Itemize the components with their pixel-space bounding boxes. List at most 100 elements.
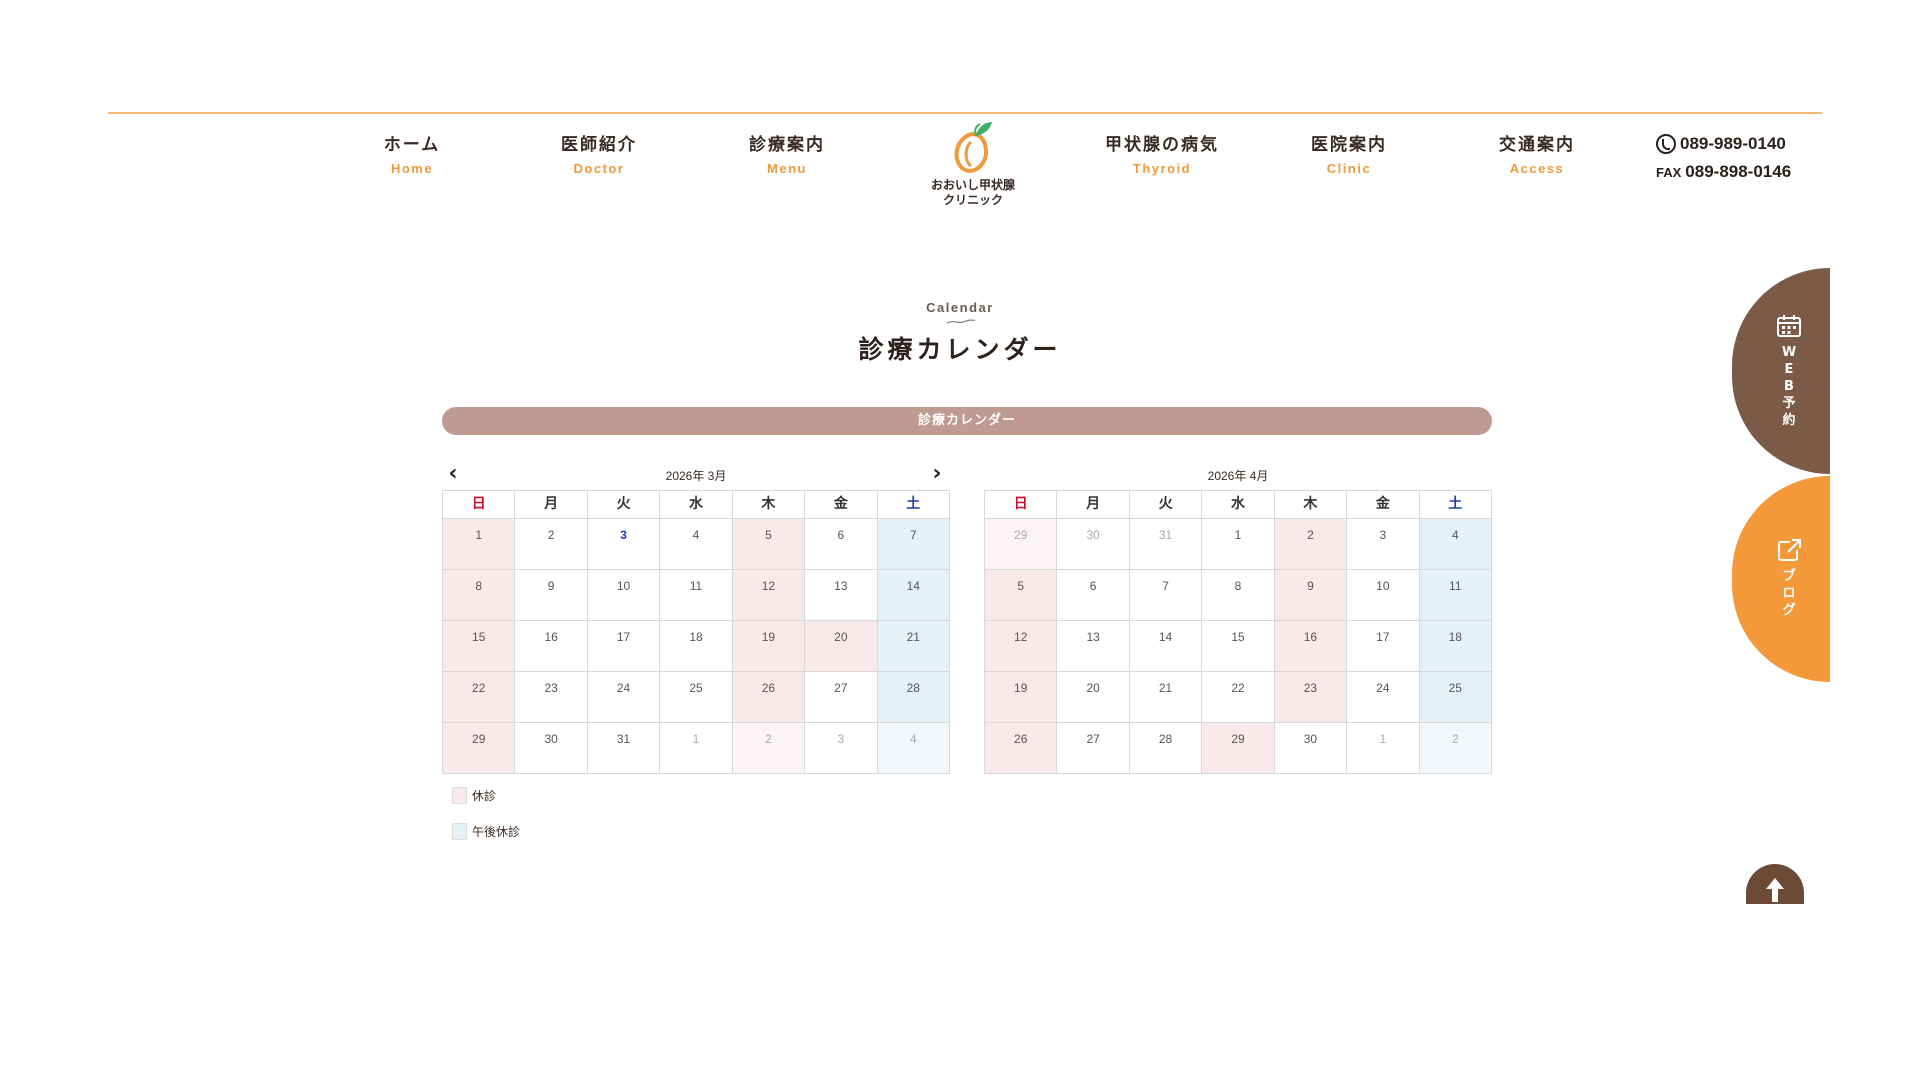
nav-menu-label: 診療案内 [749,135,825,155]
calendar-day: 21 [1129,672,1203,723]
legend-item-afternoon-closed: 午後休診 [452,823,520,840]
weekday-header: 日 [985,491,1058,519]
calendar-day: 31 [1129,519,1203,570]
phone-number: 089-989-0140 [1680,134,1786,153]
calendar-day: 13 [805,570,878,621]
nav-home-sublabel: Home [390,161,434,176]
section-title-underline-icon [946,319,976,324]
back-to-top-button[interactable] [1746,864,1804,904]
section-title: 診療カレンダー [858,335,1062,364]
logo-text-line1: おおいし甲状腺 [930,178,1015,192]
calendar-day: 17 [587,621,661,672]
nav-doctor[interactable]: 医師紹介 Doctor [524,130,674,176]
web-reservation-label: WEB予約 [1781,345,1797,428]
legend-label: 午後休診 [472,825,521,839]
calendar-day: 30 [1274,723,1348,774]
calendar-day: 16 [1274,621,1348,672]
nav-clinic[interactable]: 医院案内 Clinic [1274,130,1424,176]
header-divider [108,112,1822,114]
nav-access[interactable]: 交通案内 Access [1462,130,1612,176]
legend-swatch [452,787,467,804]
calendar-day: 21 [877,621,950,672]
calendar-header-bar: 診療カレンダー [442,407,1492,435]
calendar-day: 25 [1419,672,1492,723]
arrow-up-icon [1766,878,1784,902]
calendar-day: 13 [1057,621,1130,672]
web-reservation-tab[interactable]: WEB予約 [1732,268,1830,474]
calendar-day: 24 [587,672,661,723]
nav-home-label: ホーム [383,135,441,155]
logo-mark-icon [954,122,992,173]
calendar-day: 7 [1129,570,1203,621]
calendar-day: 11 [660,570,733,621]
calendar-day: 26 [985,723,1058,774]
calendar-day: 14 [877,570,950,621]
calendar-day: 23 [1274,672,1348,723]
calendar-day: 5 [732,519,806,570]
clinic-logo[interactable]: おおいし甲状腺 クリニック [918,120,1028,212]
calendar-day: 3 [1347,519,1420,570]
section-title-en: Calendar [926,300,994,315]
nav-menu-sublabel: Menu [767,161,807,176]
weekday-header: 金 [1347,491,1420,519]
weekday-header: 木 [732,491,806,519]
calendar-grid: 日月火水木金土 29 30 31 1 2 3 4 5 6 7 8 9 10 11 12 13 14 15 16 17 18… [984,490,1492,774]
external-link-icon [1778,539,1801,561]
nav-access-sublabel: Access [1509,161,1565,176]
nav-doctor-label: 医師紹介 [561,135,637,155]
legend-swatch [452,823,467,840]
calendar-day: 28 [1129,723,1203,774]
weekday-header: 木 [1274,491,1348,519]
calendar-day: 12 [985,621,1058,672]
weekday-header: 火 [1129,491,1203,519]
nav-access-label: 交通案内 [1499,135,1575,155]
calendar-day: 18 [660,621,733,672]
calendar-day: 1 [1202,519,1275,570]
prev-month-button[interactable]: ‹ [442,463,464,486]
calendar-day: 3 [587,519,661,570]
calendar-day: 29 [1202,723,1275,774]
calendar-day: 4 [660,519,733,570]
calendar-day: 2 [732,723,806,774]
weekday-header: 月 [515,491,588,519]
legend-label: 休診 [472,789,497,803]
nav-menu[interactable]: 診療案内 Menu [712,130,862,176]
logo-text-line2: クリニック [942,193,1003,207]
weekday-header: 金 [805,491,878,519]
calendar-day: 23 [515,672,588,723]
nav-thyroid[interactable]: 甲状腺の病気 Thyroid [1087,130,1237,176]
fax-row: FAX 089-898-0146 [1656,160,1806,184]
calendar-day: 11 [1419,570,1492,621]
weekday-header: 水 [660,491,733,519]
month-title: 2026年 4月 [1207,469,1269,483]
calendar-day: 1 [660,723,733,774]
blog-tab[interactable]: ブログ [1732,476,1830,682]
calendar-day: 4 [1419,519,1492,570]
next-month-button[interactable]: › [926,463,948,486]
calendar-day: 12 [732,570,806,621]
calendar-day: 29 [985,519,1058,570]
weekday-header: 水 [1202,491,1275,519]
calendar-day: 2 [1274,519,1348,570]
calendar-day: 10 [1347,570,1420,621]
fax-label: FAX [1656,164,1682,180]
weekday-header: 日 [443,491,516,519]
calendar-day: 1 [443,519,516,570]
phone-row[interactable]: 089-989-0140 [1656,132,1806,156]
fax-number: 089-898-0146 [1685,162,1792,181]
calendar-day: 10 [587,570,661,621]
weekday-header: 火 [587,491,661,519]
calendar-month-march: ‹ 2026年 3月 › 日月火水木金土 1 2 3 4 5 6 7 8 9 10 11 12 13 14 1… [442,462,950,774]
weekday-header: 土 [877,491,950,519]
nav-doctor-sublabel: Doctor [573,161,625,176]
calendar-day: 17 [1347,621,1420,672]
calendar-icon [1777,315,1801,337]
calendar-day: 22 [443,672,516,723]
blog-label: ブログ [1782,569,1796,618]
calendar-day: 27 [1057,723,1130,774]
calendar-day: 19 [732,621,806,672]
calendar-day: 2 [1419,723,1492,774]
nav-thyroid-label: 甲状腺の病気 [1105,135,1219,155]
nav-home[interactable]: ホーム Home [337,130,487,176]
calendar-day: 8 [443,570,516,621]
